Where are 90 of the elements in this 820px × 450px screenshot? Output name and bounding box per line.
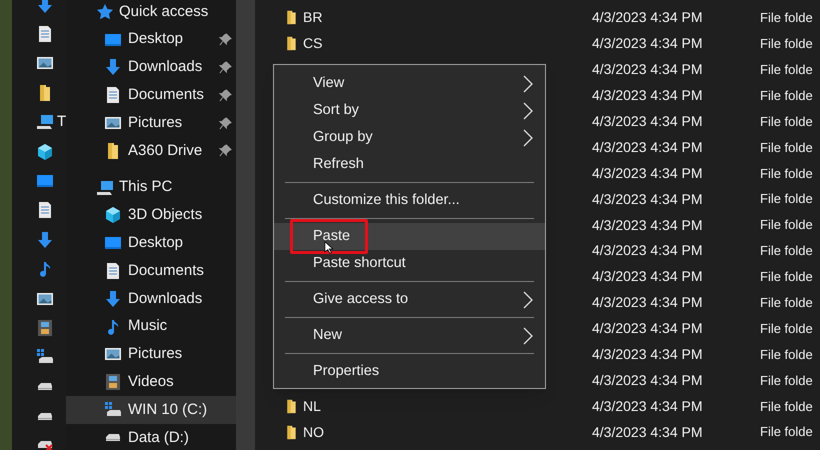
nav-item[interactable]: Pictures <box>66 109 236 137</box>
nav-item[interactable]: Videos <box>66 368 236 396</box>
file-type: File folde <box>760 268 813 286</box>
date-modified: 4/3/2023 4:34 PM <box>592 396 704 416</box>
nav-item[interactable]: Music <box>66 312 236 341</box>
nav-item[interactable]: WIN 10 (C:) <box>66 396 236 424</box>
menu-item[interactable]: Group by <box>274 124 545 151</box>
menu-item[interactable]: View <box>274 70 545 97</box>
date-modified: 4/3/2023 4:34 PM <box>592 293 704 312</box>
menu-item[interactable]: Customize this folder... <box>274 187 545 214</box>
file-type: File folde <box>760 216 813 234</box>
cube-icon <box>36 142 54 161</box>
document-icon <box>36 201 54 220</box>
nav-item[interactable]: 3D Objects <box>66 202 236 230</box>
drive-icon <box>36 440 54 450</box>
film-icon <box>104 373 122 392</box>
file-name[interactable]: NL <box>303 398 321 414</box>
file-type: File folde <box>760 138 813 157</box>
date-modified: 4/3/2023 4:34 PM <box>592 370 704 390</box>
drive-icon <box>36 412 54 421</box>
date-modified: 4/3/2023 4:34 PM <box>592 164 704 183</box>
menu-item[interactable]: Give access to <box>274 286 545 313</box>
nav-item[interactable]: Data (D:) <box>66 424 236 450</box>
pin-icon[interactable] <box>219 60 232 74</box>
file-name[interactable]: BR <box>303 9 322 26</box>
menu-item[interactable]: Properties <box>274 358 545 385</box>
nav-item[interactable]: A360 Drive <box>66 136 236 165</box>
down-arrow-icon <box>36 230 54 249</box>
down-arrow-icon <box>104 290 122 308</box>
file-type: File folde <box>760 346 813 364</box>
nav-item[interactable]: Pictures <box>66 340 236 368</box>
nav-item[interactable]: Documents <box>66 81 236 110</box>
date-modified: 4/3/2023 4:34 PM <box>592 112 704 131</box>
date-modified: 4/3/2023 4:34 PM <box>592 422 704 442</box>
document-icon <box>36 25 54 44</box>
menu-item[interactable]: Sort by <box>274 97 545 124</box>
date-modified: 4/3/2023 4:34 PM <box>592 86 704 106</box>
file-type: File folde <box>760 164 813 183</box>
scrollbar[interactable] <box>236 0 255 450</box>
date-modified: 4/3/2023 4:34 PM <box>592 34 704 54</box>
date-modified: 4/3/2023 4:34 PM <box>592 8 704 28</box>
file-type: File folde <box>760 320 813 338</box>
file-type: File folde <box>760 242 813 260</box>
pin-icon[interactable] <box>219 88 232 102</box>
nav-item[interactable]: Downloads <box>66 54 236 82</box>
pin-icon[interactable] <box>219 144 232 158</box>
drive-icon <box>36 382 54 392</box>
menu-item[interactable]: Paste <box>274 223 545 250</box>
mouse-cursor-icon <box>324 241 333 254</box>
date-modified: 4/3/2023 4:34 PM <box>592 60 704 80</box>
date-modified: 4/3/2023 4:34 PM <box>592 241 704 260</box>
computer-icon <box>36 113 54 132</box>
nav-group-header[interactable]: This PC <box>66 174 236 202</box>
file-type: File folde <box>760 398 813 416</box>
file-type: File folde <box>760 86 813 105</box>
document-icon <box>104 86 122 104</box>
star-icon <box>96 2 114 21</box>
nav-item[interactable]: Documents <box>66 257 236 285</box>
nav-group-header[interactable]: Quick access <box>66 0 236 26</box>
drive-icon <box>104 433 122 442</box>
file-type: File folde <box>760 294 813 312</box>
menu-item[interactable]: Paste shortcut <box>274 250 545 277</box>
file-type: File folde <box>760 112 813 131</box>
cube-icon <box>104 206 122 224</box>
nav-item[interactable]: Desktop <box>66 26 236 54</box>
document-icon <box>104 262 122 280</box>
menu-item[interactable]: Refresh <box>274 151 545 178</box>
menu-item[interactable]: New <box>274 322 545 349</box>
date-modified: 4/3/2023 4:34 PM <box>592 319 704 338</box>
down-arrow-icon <box>36 0 54 14</box>
file-name[interactable]: NO <box>303 424 324 440</box>
date-modified: 4/3/2023 4:34 PM <box>592 216 704 235</box>
file-type: File folde <box>760 9 813 28</box>
computer-icon <box>96 178 114 197</box>
date-modified: 4/3/2023 4:34 PM <box>592 345 704 364</box>
down-arrow-icon <box>104 58 122 76</box>
file-name[interactable]: CS <box>303 35 322 52</box>
nav-item[interactable]: Desktop <box>66 229 236 258</box>
file-type: File folde <box>760 423 813 442</box>
nav-item[interactable]: Downloads <box>66 284 236 313</box>
file-type: File folde <box>760 190 813 208</box>
date-modified: 4/3/2023 4:34 PM <box>592 267 704 286</box>
date-modified: 4/3/2023 4:34 PM <box>592 138 704 157</box>
pin-icon[interactable] <box>219 116 232 130</box>
date-modified: 4/3/2023 4:34 PM <box>592 190 704 209</box>
film-icon <box>36 318 54 337</box>
file-type: File folde <box>760 35 813 54</box>
file-type: File folde <box>760 60 813 79</box>
pin-icon[interactable] <box>219 33 232 46</box>
file-type: File folde <box>760 372 813 390</box>
